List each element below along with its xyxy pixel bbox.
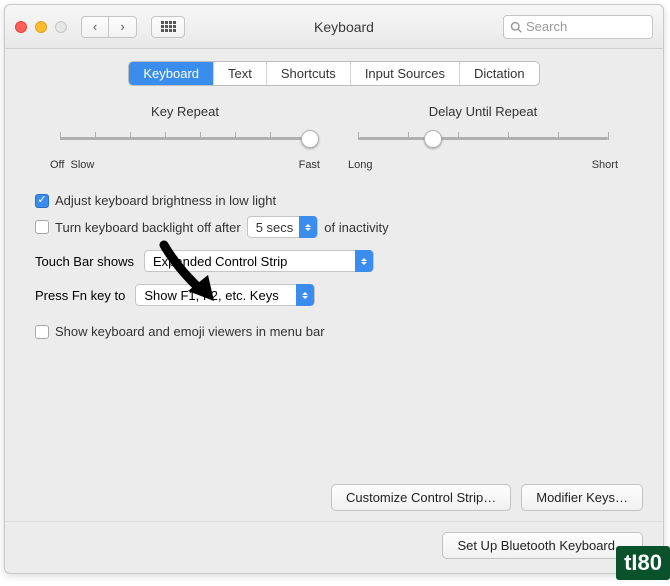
backlight-label-suffix: of inactivity [324, 220, 388, 235]
show-all-button[interactable] [151, 16, 185, 38]
sliders-row: Key Repeat Off Slow Fast [25, 104, 643, 181]
viewers-row: Show keyboard and emoji viewers in menu … [35, 324, 633, 339]
chevron-updown-icon [296, 284, 314, 306]
window-title: Keyboard [193, 19, 495, 35]
brightness-label: Adjust keyboard brightness in low light [55, 193, 276, 208]
forward-button[interactable]: › [109, 16, 137, 38]
modifier-keys-button[interactable]: Modifier Keys… [521, 484, 643, 511]
key-repeat-ticklabels: Off Slow Fast [50, 159, 320, 171]
delay-slider[interactable] [358, 127, 608, 157]
brightness-checkbox[interactable] [35, 194, 49, 208]
tab-shortcuts[interactable]: Shortcuts [267, 62, 351, 85]
customize-button[interactable]: Customize Control Strip… [331, 484, 511, 511]
touchbar-label: Touch Bar shows [35, 254, 134, 269]
tab-bar: Keyboard Text Shortcuts Input Sources Di… [128, 61, 539, 86]
key-repeat-group: Key Repeat Off Slow Fast [50, 104, 320, 171]
tab-keyboard[interactable]: Keyboard [129, 62, 214, 85]
nav-buttons: ‹ › [81, 16, 137, 38]
chevron-updown-icon [355, 250, 373, 272]
backlight-checkbox[interactable] [35, 220, 49, 234]
backlight-row: Turn keyboard backlight off after 5 secs… [35, 216, 633, 238]
bluetooth-button[interactable]: Set Up Bluetooth Keyboard… [442, 532, 643, 559]
delay-label: Delay Until Repeat [348, 104, 618, 119]
back-button[interactable]: ‹ [81, 16, 109, 38]
fn-select[interactable]: Show F1, F2, etc. Keys [135, 284, 315, 306]
delay-ticklabels: Long Short [348, 159, 618, 171]
window-controls [15, 21, 67, 33]
viewers-label: Show keyboard and emoji viewers in menu … [55, 324, 325, 339]
key-repeat-label: Key Repeat [50, 104, 320, 119]
search-icon [510, 21, 522, 33]
search-field[interactable]: Search [503, 15, 653, 39]
tab-input-sources[interactable]: Input Sources [351, 62, 460, 85]
minimize-icon[interactable] [35, 21, 47, 33]
content-area: Keyboard Text Shortcuts Input Sources Di… [5, 49, 663, 573]
bottom-buttons: Customize Control Strip… Modifier Keys… [25, 484, 643, 511]
search-placeholder: Search [526, 19, 567, 34]
grid-icon [161, 21, 176, 32]
touchbar-row: Touch Bar shows Expanded Control Strip [35, 250, 633, 272]
options: Adjust keyboard brightness in low light … [25, 181, 643, 351]
tab-dictation[interactable]: Dictation [460, 62, 539, 85]
fn-label: Press Fn key to [35, 288, 125, 303]
touchbar-select[interactable]: Expanded Control Strip [144, 250, 374, 272]
delay-group: Delay Until Repeat Long Short [348, 104, 618, 171]
backlight-label-prefix: Turn keyboard backlight off after [55, 220, 241, 235]
key-repeat-slider[interactable] [60, 127, 310, 157]
chevron-updown-icon [299, 216, 317, 238]
fn-row: Press Fn key to Show F1, F2, etc. Keys [35, 284, 633, 306]
close-icon[interactable] [15, 21, 27, 33]
backlight-select[interactable]: 5 secs [247, 216, 319, 238]
brightness-row: Adjust keyboard brightness in low light [35, 193, 633, 208]
watermark-badge: tI80 [616, 546, 670, 580]
footer: Set Up Bluetooth Keyboard… [5, 521, 663, 559]
preferences-window: ‹ › Keyboard Search Keyboard Text Shortc… [4, 4, 664, 574]
zoom-icon [55, 21, 67, 33]
viewers-checkbox[interactable] [35, 325, 49, 339]
tab-text[interactable]: Text [214, 62, 267, 85]
titlebar: ‹ › Keyboard Search [5, 5, 663, 49]
